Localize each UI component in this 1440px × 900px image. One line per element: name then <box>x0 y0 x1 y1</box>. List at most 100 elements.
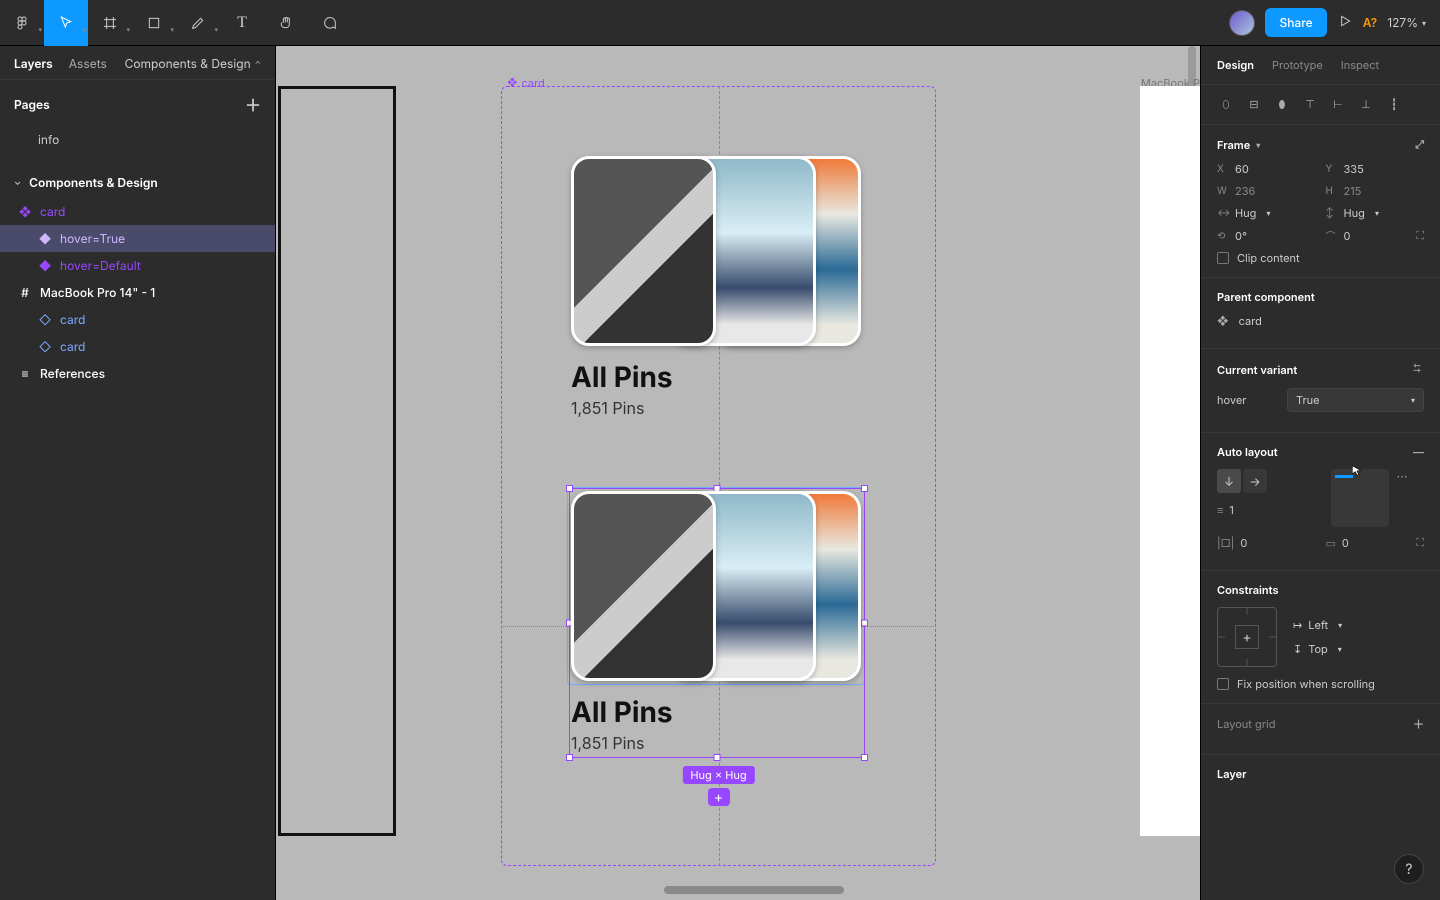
resize-to-fit-icon[interactable]: ⤢ <box>1415 137 1424 152</box>
clip-label: Clip content <box>1237 251 1300 265</box>
prototype-tab[interactable]: Prototype <box>1272 58 1323 72</box>
add-page-button[interactable]: ＋ <box>245 92 261 116</box>
gap-input[interactable]: 1 <box>1229 503 1233 517</box>
page-item-active[interactable]: ⌄ Components & Design <box>0 167 275 198</box>
component-set-icon: ❖ <box>1217 314 1229 328</box>
variant-select[interactable]: True ▾ <box>1287 388 1424 412</box>
align-hcenter-icon[interactable]: ⊟ <box>1245 97 1263 112</box>
page-active-label: Components & Design <box>29 175 158 190</box>
align-top-icon[interactable]: ⊤ <box>1301 97 1319 112</box>
direction-vertical-button[interactable]: ↓ <box>1217 469 1241 493</box>
x-input[interactable]: 60 <box>1235 162 1249 176</box>
page-selector[interactable]: Components & Design ⌃ <box>125 56 261 71</box>
layer-references[interactable]: ≡ References <box>0 360 275 387</box>
checkbox-icon <box>1217 678 1229 690</box>
layer-label: hover=Default <box>60 258 141 273</box>
remove-auto-layout-icon[interactable]: — <box>1413 445 1424 459</box>
missing-fonts-indicator[interactable]: A? <box>1363 15 1378 30</box>
rotation-input[interactable]: 0° <box>1235 229 1247 243</box>
present-button[interactable] <box>1337 13 1353 32</box>
radius-input[interactable]: 0 <box>1344 229 1351 243</box>
constraint-h-select[interactable]: ↦Left▾ <box>1293 618 1424 632</box>
padding-v-input[interactable]: 0 <box>1342 536 1349 550</box>
pages-header: Pages ＋ <box>0 80 275 122</box>
add-layout-grid-icon[interactable]: ＋ <box>1413 716 1424 732</box>
hand-tool[interactable] <box>264 0 308 46</box>
gap-icon: ≡ <box>1217 503 1223 517</box>
chevron-down-icon: ▾ <box>170 25 174 34</box>
w-input[interactable]: 236 <box>1235 184 1255 198</box>
layer-section: Layer <box>1201 755 1440 803</box>
chevron-down-icon: ▾ <box>1338 620 1342 630</box>
clip-content-checkbox[interactable]: Clip content <box>1217 251 1424 265</box>
help-icon: ? <box>1405 861 1412 878</box>
chevron-down-icon: ▾ <box>82 25 86 34</box>
assets-tab[interactable]: Assets <box>69 56 107 71</box>
card-thumbnails <box>571 491 861 681</box>
fix-position-checkbox[interactable]: Fix position when scrolling <box>1217 677 1424 691</box>
constraints-box[interactable]: + <box>1217 607 1277 667</box>
add-variant-button[interactable]: + <box>708 788 730 806</box>
user-avatar[interactable] <box>1229 10 1255 36</box>
canvas[interactable]: MacBook Pr card All Pins 1,851 Pins All … <box>276 46 1200 900</box>
left-panel-tabs: Layers Assets Components & Design ⌃ <box>0 46 275 80</box>
independent-padding-icon[interactable]: ⛶ <box>1416 535 1424 550</box>
current-variant-title: Current variant <box>1217 363 1297 377</box>
layers-tab[interactable]: Layers <box>14 56 53 71</box>
layer-variant-default[interactable]: ◆ hover=Default <box>0 252 275 279</box>
align-bottom-icon[interactable]: ⊥ <box>1357 97 1375 112</box>
comment-tool[interactable] <box>308 0 352 46</box>
y-input[interactable]: 335 <box>1344 162 1364 176</box>
pen-tool[interactable]: ▾ <box>176 0 220 46</box>
right-panel: Design Prototype Inspect ⬯ ⊟ ⬮ ⊤ ⊢ ⊥ ┇ F… <box>1200 46 1440 900</box>
zoom-control[interactable]: 127% ▾ <box>1387 15 1426 30</box>
checkbox-icon <box>1217 252 1229 264</box>
component-set-frame[interactable]: card All Pins 1,851 Pins All Pins 1,851 … <box>501 86 936 866</box>
share-button[interactable]: Share <box>1265 8 1326 37</box>
chevron-down-icon: ▾ <box>1256 140 1260 150</box>
width-resize-select[interactable]: ↔Hug▾ <box>1217 206 1316 220</box>
card-subtitle: 1,851 Pins <box>571 733 861 753</box>
independent-corners-icon[interactable]: ⛶ <box>1416 228 1424 243</box>
go-to-parent-button[interactable]: ❖ card <box>1217 314 1424 328</box>
align-left-icon[interactable]: ⬯ <box>1217 97 1235 112</box>
zoom-value: 127% <box>1387 15 1418 30</box>
card-thumbnails <box>571 156 861 346</box>
pen-icon <box>190 15 206 31</box>
frame-title[interactable]: Frame <box>1217 138 1250 152</box>
distribute-icon[interactable]: ┇ <box>1385 97 1403 112</box>
move-tool[interactable]: ▾ <box>44 0 88 46</box>
shape-tool[interactable]: ▾ <box>132 0 176 46</box>
layer-title: Layer <box>1217 767 1247 781</box>
component-icon: ◆ <box>38 231 52 246</box>
constraint-v-select[interactable]: ↧Top▾ <box>1293 642 1424 656</box>
layer-frame-macbook[interactable]: # MacBook Pro 14" - 1 <box>0 279 275 306</box>
align-vcenter-icon[interactable]: ⊢ <box>1329 97 1347 112</box>
variant-default-card[interactable]: All Pins 1,851 Pins <box>571 156 861 418</box>
padding-h-input[interactable]: 0 <box>1240 536 1247 550</box>
inspect-tab[interactable]: Inspect <box>1341 58 1379 72</box>
variant-settings-icon[interactable] <box>1410 361 1424 378</box>
horizontal-scrollbar[interactable] <box>664 886 844 894</box>
design-tab[interactable]: Design <box>1217 58 1254 72</box>
height-resize-select[interactable]: ↕Hug▾ <box>1326 206 1425 220</box>
text-tool[interactable]: T <box>220 0 264 46</box>
h-input[interactable]: 215 <box>1344 184 1362 198</box>
layer-instance-card-1[interactable]: ◇ card <box>0 306 275 333</box>
align-right-icon[interactable]: ⬮ <box>1273 97 1291 112</box>
chevron-down-icon: ▾ <box>1338 644 1342 654</box>
auto-layout-more-icon[interactable]: ⋯ <box>1397 469 1408 483</box>
direction-horizontal-button[interactable]: → <box>1243 469 1267 493</box>
alignment-box[interactable] <box>1331 469 1389 527</box>
figma-menu-button[interactable]: ▾ <box>0 0 44 46</box>
variant-true-card[interactable]: All Pins 1,851 Pins <box>571 491 861 753</box>
chevron-down-icon: ▾ <box>214 25 218 34</box>
macbook-frame[interactable] <box>1140 86 1200 836</box>
layer-component-card[interactable]: ❖ card <box>0 198 275 225</box>
layer-variant-true[interactable]: ◆ hover=True <box>0 225 275 252</box>
frame-tool[interactable]: ▾ <box>88 0 132 46</box>
page-item-info[interactable]: info <box>0 126 275 153</box>
layer-instance-card-2[interactable]: ◇ card <box>0 333 275 360</box>
layer-label: card <box>60 312 85 327</box>
help-button[interactable]: ? <box>1394 854 1424 884</box>
